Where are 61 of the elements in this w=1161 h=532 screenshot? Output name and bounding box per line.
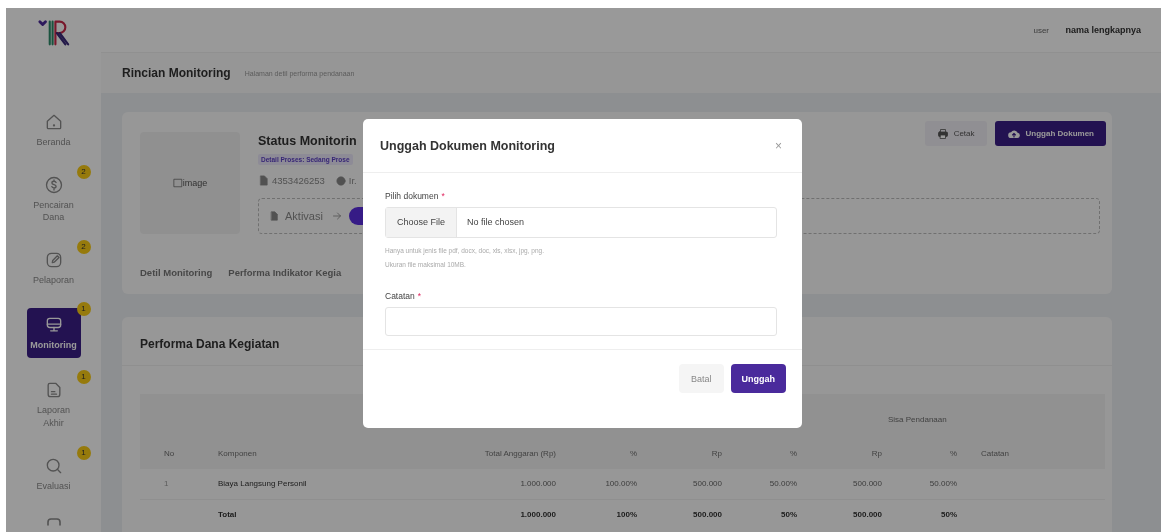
- column-header: Rp: [643, 439, 728, 469]
- upload-document-button[interactable]: Unggah Dokumen: [994, 121, 1106, 146]
- upload-button[interactable]: Unggah: [730, 364, 786, 393]
- table-cell-text: 500.000: [852, 509, 883, 521]
- table-cell: 500.000: [803, 469, 888, 500]
- field-label: Pilih dokumen: [385, 191, 439, 201]
- field-label: Catatan: [385, 291, 415, 301]
- table-cell-text: 100%: [615, 509, 638, 521]
- broken-image-icon: [172, 178, 183, 188]
- required-mark: *: [441, 191, 445, 201]
- print-button[interactable]: Cetak: [924, 121, 987, 146]
- table-cell-text: 50%: [780, 509, 798, 521]
- nav-item[interactable]: Beranda: [26, 108, 81, 153]
- file-icon: [269, 211, 279, 221]
- table-cell-text: 1.000.000: [519, 509, 557, 521]
- file-icon: [258, 175, 269, 186]
- count-badge: 2: [76, 239, 91, 254]
- count-badge: 1: [76, 370, 91, 385]
- broken-avatar-image: user: [1033, 25, 1051, 35]
- table-cell: 100.00%: [562, 469, 643, 500]
- person-name: Ir.: [348, 175, 357, 186]
- table-cell: 50.00%: [888, 469, 963, 500]
- table-cell: Biaya Langsung Personil: [200, 469, 400, 500]
- image-alt-text: image: [182, 178, 208, 188]
- count-badge: 1: [76, 445, 91, 460]
- tab[interactable]: Performa Indikator Kegia: [228, 267, 342, 278]
- count-badge: 1: [76, 302, 91, 317]
- table-cell: 50.00%: [728, 469, 803, 500]
- column-header: Catatan: [963, 439, 1105, 469]
- count-badge: 2: [76, 164, 91, 179]
- cancel-button[interactable]: Batal: [679, 364, 724, 393]
- file-input[interactable]: Choose File No file chosen: [385, 207, 777, 238]
- table-cell: 1.000.000: [400, 469, 562, 500]
- status-title: Status Monitorin: [258, 134, 357, 148]
- column-header: Komponen: [200, 439, 400, 469]
- table-cell-text: 500.000: [692, 509, 723, 521]
- tab[interactable]: Detil Monitoring: [140, 267, 213, 278]
- column-header: Total Anggaran (Rp): [400, 439, 562, 469]
- table-cell-text: Total: [217, 509, 238, 521]
- column-header: No: [140, 439, 200, 469]
- note-field[interactable]: [385, 307, 777, 336]
- dollar-icon: [43, 174, 64, 195]
- page-title: Rincian Monitoring: [122, 66, 231, 80]
- user-name[interactable]: nama lengkapnya: [1065, 25, 1141, 35]
- menu-icon: [46, 518, 61, 527]
- column-header: Rp: [803, 439, 888, 469]
- file-status: No file chosen: [466, 216, 525, 229]
- proposal-number: 4353426253: [272, 175, 325, 186]
- step-label: Aktivasi: [285, 210, 323, 222]
- column-header: %: [562, 439, 643, 469]
- column-header: %: [888, 439, 963, 469]
- table-cell: 500.000: [643, 469, 728, 500]
- printer-icon: [936, 127, 949, 140]
- required-mark: *: [417, 291, 422, 301]
- dialog-title: Unggah Dokumen Monitoring: [380, 138, 555, 153]
- close-button[interactable]: ×: [775, 138, 782, 153]
- column-header: %: [728, 439, 803, 469]
- arrow-icon: [330, 210, 343, 222]
- choose-file-button[interactable]: Choose File: [386, 208, 458, 237]
- table-cell-text: 50%: [940, 509, 958, 521]
- nav-item[interactable]: Monitoring: [26, 308, 81, 359]
